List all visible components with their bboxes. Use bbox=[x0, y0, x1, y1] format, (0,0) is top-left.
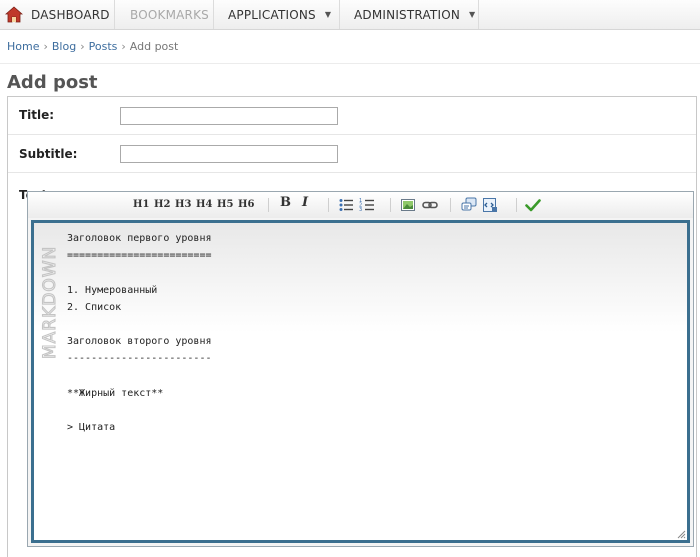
toolbar-separator bbox=[390, 198, 391, 212]
subtitle-input[interactable] bbox=[120, 145, 338, 163]
nav-bookmarks-label: BOOKMARKS bbox=[130, 7, 209, 22]
breadcrumb: Home › Blog › Posts › Add post bbox=[7, 40, 178, 53]
breadcrumb-blog[interactable]: Blog bbox=[52, 40, 76, 53]
nav-dashboard[interactable]: DASHBOARD bbox=[0, 0, 115, 29]
title-label: Title: bbox=[19, 108, 55, 122]
heading-4-button[interactable]: H4 bbox=[196, 198, 212, 212]
resize-handle-icon[interactable] bbox=[676, 529, 686, 539]
quote-icon[interactable] bbox=[461, 197, 477, 213]
breadcrumb-separator: › bbox=[121, 40, 126, 53]
breadcrumb-home[interactable]: Home bbox=[7, 40, 39, 53]
editor-toolbar: H1 H2 H3 H4 H5 H6 B I 1 2 3 bbox=[28, 192, 693, 218]
toolbar-separator bbox=[516, 198, 517, 212]
nav-administration-label: ADMINISTRATION bbox=[354, 7, 461, 22]
markdown-watermark-text: MARKDOWN bbox=[40, 246, 60, 359]
subtitle-label: Subtitle: bbox=[19, 147, 78, 161]
breadcrumb-separator: › bbox=[43, 40, 48, 53]
breadcrumb-current: Add post bbox=[129, 40, 179, 53]
heading-3-button[interactable]: H3 bbox=[175, 198, 191, 212]
home-icon bbox=[5, 5, 23, 22]
page-title: Add post bbox=[7, 72, 98, 93]
markdown-content: Заголовок первого уровня ===============… bbox=[67, 233, 212, 434]
top-navigation: DASHBOARD BOOKMARKS APPLICATIONS ▼ ADMIN… bbox=[0, 0, 700, 30]
numbered-list-icon[interactable]: 1 2 3 bbox=[359, 197, 375, 213]
bulleted-list-icon[interactable] bbox=[338, 197, 354, 213]
checkmark-icon[interactable] bbox=[525, 197, 541, 213]
italic-button[interactable]: I bbox=[302, 196, 308, 210]
toolbar-separator bbox=[328, 198, 329, 212]
post-form: Title: Subtitle: Text: H1 H2 H3 H4 H5 H6… bbox=[7, 96, 697, 557]
nav-bookmarks[interactable]: BOOKMARKS bbox=[115, 0, 214, 29]
svg-text:3: 3 bbox=[359, 207, 362, 213]
markdown-textarea[interactable]: MARKDOWN Заголовок первого уровня ======… bbox=[31, 220, 690, 543]
toolbar-separator bbox=[268, 198, 269, 212]
breadcrumb-separator: › bbox=[80, 40, 85, 53]
markdown-editor: H1 H2 H3 H4 H5 H6 B I 1 2 3 MARKDOWN Заг… bbox=[27, 191, 694, 547]
divider bbox=[0, 63, 700, 64]
markdown-watermark-icon: MARKDOWN bbox=[39, 245, 60, 359]
link-icon[interactable] bbox=[422, 197, 438, 213]
title-input[interactable] bbox=[120, 107, 338, 125]
chevron-down-icon: ▼ bbox=[469, 10, 476, 19]
bold-button[interactable]: B bbox=[280, 196, 291, 210]
nav-applications[interactable]: APPLICATIONS ▼ bbox=[214, 0, 340, 29]
heading-2-button[interactable]: H2 bbox=[154, 198, 170, 212]
nav-dashboard-label: DASHBOARD bbox=[31, 7, 110, 22]
nav-administration[interactable]: ADMINISTRATION ▼ bbox=[340, 0, 479, 29]
form-row-title bbox=[8, 97, 696, 135]
image-icon[interactable] bbox=[400, 197, 416, 213]
toolbar-separator bbox=[450, 198, 451, 212]
breadcrumb-posts[interactable]: Posts bbox=[89, 40, 118, 53]
code-icon[interactable] bbox=[482, 197, 498, 213]
chevron-down-icon: ▼ bbox=[324, 10, 332, 19]
heading-1-button[interactable]: H1 bbox=[133, 198, 149, 212]
form-row-subtitle bbox=[8, 135, 696, 173]
nav-applications-label: APPLICATIONS bbox=[228, 7, 316, 22]
heading-5-button[interactable]: H5 bbox=[217, 198, 233, 212]
heading-6-button[interactable]: H6 bbox=[238, 198, 254, 212]
